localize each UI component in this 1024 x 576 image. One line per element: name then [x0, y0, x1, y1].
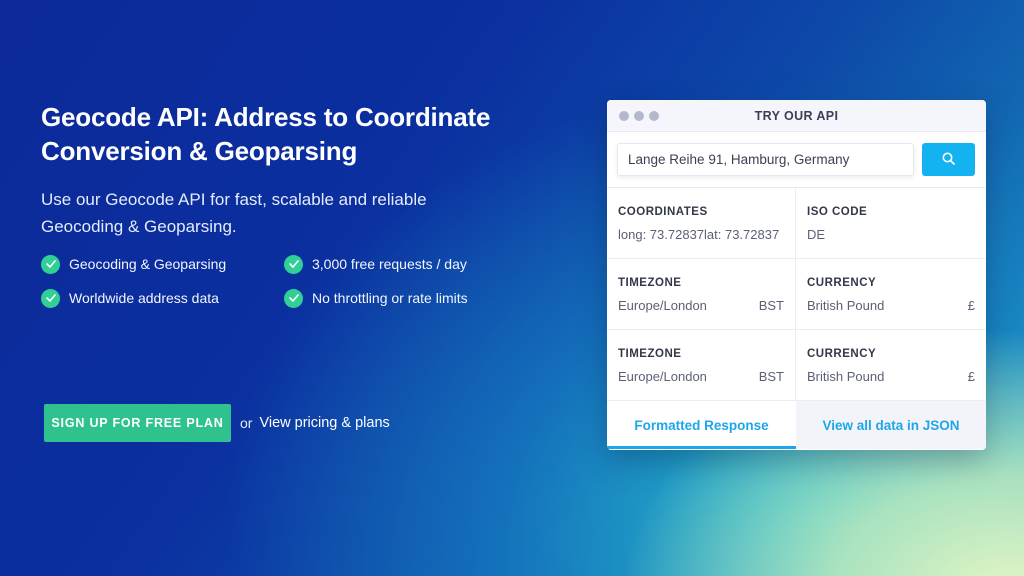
result-cell-currency: CURRENCY British Pound £	[796, 259, 986, 330]
result-label: CURRENCY	[807, 348, 877, 360]
result-value-row: British Pound £	[807, 298, 975, 313]
tab-formatted-response[interactable]: Formatted Response	[607, 401, 796, 449]
hero-description: Use our Geocode API for fast, scalable a…	[41, 190, 427, 236]
result-label: TIMEZONE	[618, 348, 682, 360]
check-icon	[41, 288, 60, 308]
result-extra: £	[967, 298, 975, 313]
feature-label: No throttling or rate limits	[312, 290, 468, 306]
search-button[interactable]	[922, 143, 975, 176]
api-demo-panel: TRY OUR API COORDINATES long: 73.72837la…	[607, 100, 986, 450]
result-cell-coordinates: COORDINATES long: 73.72837lat: 73.72837	[607, 188, 796, 259]
response-tabs: Formatted Response View all data in JSON	[607, 401, 986, 449]
feature-label: 3,000 free requests / day	[312, 256, 467, 272]
result-label: CURRENCY	[807, 277, 877, 289]
panel-titlebar: TRY OUR API	[607, 100, 986, 132]
sign-up-button[interactable]: SIGN UP FOR FREE PLAN	[44, 404, 231, 442]
result-extra: £	[967, 369, 975, 384]
feature-label: Geocoding & Geoparsing	[69, 256, 227, 272]
result-value-row: long: 73.72837lat: 73.72837	[618, 227, 784, 242]
page-title: Geocode API: Address to Coordinate Conve…	[41, 102, 491, 166]
feature-item: Geocoding & Geoparsing	[41, 254, 284, 274]
result-value: Europe/London	[618, 298, 707, 313]
check-icon	[284, 254, 303, 274]
check-icon	[284, 288, 303, 308]
tab-json[interactable]: View all data in JSON	[796, 401, 986, 449]
pricing-link[interactable]: View pricing & plans	[259, 415, 389, 431]
result-label: TIMEZONE	[618, 277, 682, 289]
result-cell-timezone: TIMEZONE Europe/London BST	[607, 330, 796, 401]
result-value-row: British Pound £	[807, 369, 975, 384]
search-icon	[942, 152, 955, 168]
search-area	[607, 132, 986, 188]
result-value: DE	[807, 227, 826, 242]
result-value-row: DE	[807, 227, 975, 242]
feature-item: Worldwide address data	[41, 288, 284, 308]
check-icon	[41, 254, 60, 274]
cta-row: SIGN UP FOR FREE PLAN or View pricing & …	[44, 404, 390, 442]
feature-list: Geocoding & Geoparsing 3,000 free reques…	[41, 254, 501, 308]
feature-label: Worldwide address data	[69, 290, 219, 306]
or-text: or	[240, 415, 253, 431]
address-search-input[interactable]	[617, 143, 914, 176]
hero-section: Geocode API: Address to Coordinate Conve…	[41, 100, 501, 308]
feature-item: 3,000 free requests / day	[284, 254, 504, 274]
result-cell-timezone: TIMEZONE Europe/London BST	[607, 259, 796, 330]
result-label: COORDINATES	[618, 206, 708, 218]
result-cell-iso-code: ISO CODE DE	[796, 188, 986, 259]
feature-item: No throttling or rate limits	[284, 288, 504, 308]
result-value-row: Europe/London BST	[618, 369, 784, 384]
panel-title: TRY OUR API	[754, 109, 839, 123]
result-value: Europe/London	[618, 369, 707, 384]
result-value: long: 73.72837lat: 73.72837	[618, 227, 780, 242]
result-extra: BST	[758, 369, 784, 384]
result-value: British Pound	[807, 369, 885, 384]
result-grid: COORDINATES long: 73.72837lat: 73.72837 …	[607, 188, 986, 401]
result-value: British Pound	[807, 298, 885, 313]
result-value-row: Europe/London BST	[618, 298, 784, 313]
result-extra: BST	[758, 298, 784, 313]
result-cell-currency: CURRENCY British Pound £	[796, 330, 986, 401]
result-label: ISO CODE	[807, 206, 868, 218]
